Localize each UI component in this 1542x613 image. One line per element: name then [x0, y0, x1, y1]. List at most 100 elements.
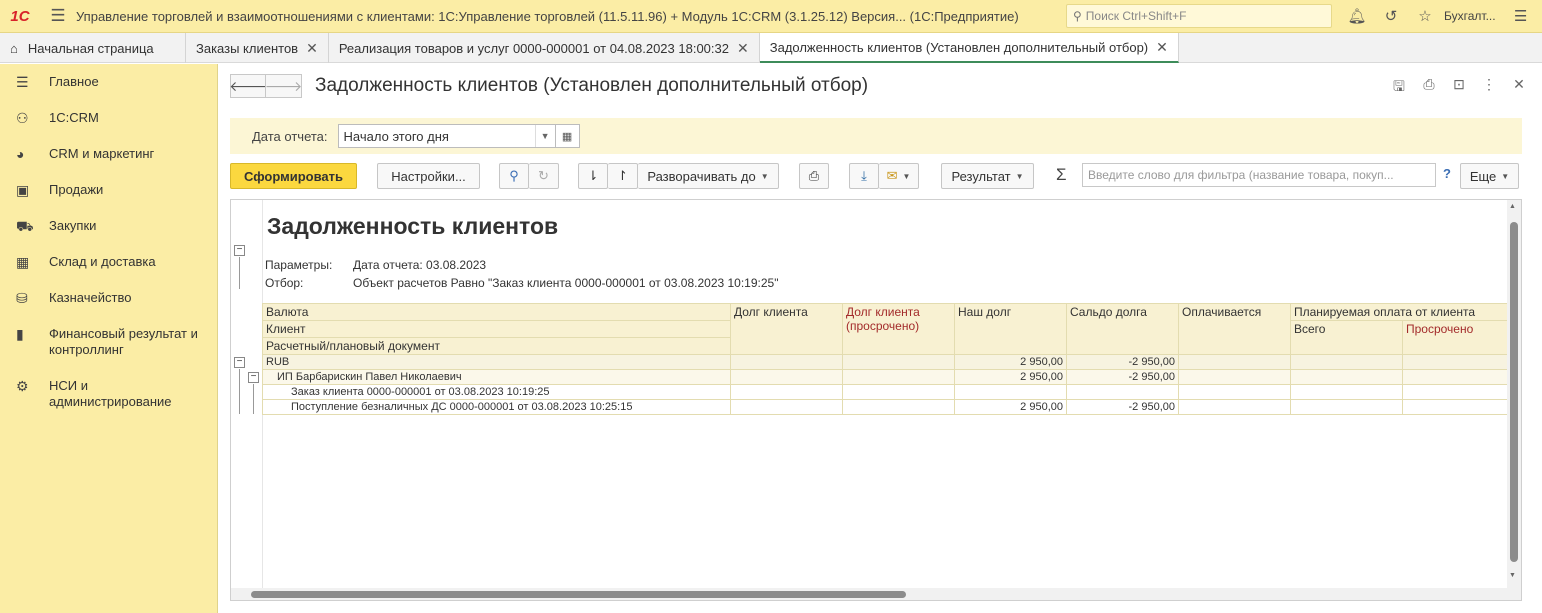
expand-to-dropdown[interactable]: Разворачивать до ▼ [638, 163, 779, 189]
sidebar-item-crm[interactable]: ⚇ 1С:CRM [0, 102, 217, 134]
report-parameters: Дата отчета: Начало этого дня ▼ ▦ [230, 118, 1522, 154]
search-button[interactable]: ⚲ [499, 163, 529, 189]
cell-planned-overdue [1402, 384, 1508, 400]
tab-home[interactable]: ⌂ Начальная страница [0, 33, 186, 63]
coins-icon: ⛁ [16, 290, 28, 306]
sidebar-item-label: Казначейство [49, 290, 132, 305]
chevron-down-icon: ▼ [760, 171, 769, 181]
collapse-header-icon[interactable]: − [234, 245, 245, 256]
grid-icon: ▦ [16, 254, 30, 270]
table-row[interactable]: RUB 2 950,00 -2 950,00 [262, 354, 1508, 370]
col-client-debt-overdue: Долг клиента (просрочено) [842, 303, 955, 355]
tab-sales-document[interactable]: Реализация товаров и услуг 0000-000001 о… [329, 33, 760, 63]
print-icon[interactable]: ⎙ [1418, 76, 1440, 100]
table-row[interactable]: Поступление безналичных ДС 0000-000001 о… [262, 399, 1508, 415]
print-button[interactable]: ⎙ [799, 163, 829, 189]
cell-planned-overdue [1402, 399, 1508, 415]
close-icon[interactable]: ✕ [1508, 76, 1530, 100]
main-menu-icon[interactable]: ☰ [40, 6, 76, 26]
cancel-search-button[interactable]: ↻ [529, 163, 559, 189]
help-button[interactable]: ? [1443, 166, 1451, 181]
cell-overdue [842, 384, 955, 400]
cell-planned-overdue [1402, 354, 1508, 370]
tab-label: Заказы клиентов [196, 40, 299, 56]
cell-our-debt [954, 384, 1067, 400]
sort-ascending-icon: ⇂ [587, 168, 599, 183]
scroll-up-icon[interactable]: ▲ [1509, 203, 1516, 210]
col-our-debt: Наш долг [954, 303, 1067, 355]
sidebar-item-label: CRM и маркетинг [49, 146, 155, 161]
app-logo[interactable]: 1С [0, 8, 40, 25]
cell-planned-overdue [1402, 369, 1508, 385]
row-label: Поступление безналичных ДС 0000-000001 о… [262, 399, 731, 415]
user-name[interactable]: Бухгалт... [1444, 9, 1496, 23]
more-button[interactable]: Еще ▼ [1460, 163, 1519, 189]
horizontal-scrollbar[interactable] [231, 588, 1508, 600]
cell-paying [1178, 354, 1291, 370]
bell-icon[interactable]: 🔔︎ [1340, 7, 1374, 25]
sidebar-item-label: 1С:CRM [49, 110, 99, 125]
global-search-input[interactable]: ⚲ Поиск Ctrl+Shift+F [1066, 4, 1332, 28]
tab-customer-orders[interactable]: Заказы клиентов ✕ [186, 33, 329, 63]
scroll-thumb[interactable] [251, 591, 906, 598]
window-controls: 🖫 ⎙ ⊡ ⋮ ✕ [1388, 76, 1530, 100]
collapse-group-icon[interactable]: − [234, 357, 245, 368]
send-email-button[interactable]: ✉ ▼ [879, 163, 919, 189]
sidebar-item-finance[interactable]: ▮ Финансовый результат и контроллинг [0, 318, 217, 366]
filter-input[interactable]: Введите слово для фильтра (название това… [1082, 163, 1436, 187]
sidebar-item-main[interactable]: ☰ Главное [0, 66, 217, 98]
calendar-icon[interactable]: ▦ [555, 124, 580, 148]
report-title: Задолженность клиентов [267, 213, 559, 239]
result-dropdown[interactable]: Результат ▼ [941, 163, 1034, 189]
settings-button[interactable]: Настройки... [377, 163, 480, 189]
forward-button[interactable]: 🡒 [265, 74, 302, 98]
history-icon[interactable]: ↺ [1374, 7, 1408, 25]
close-icon[interactable]: ✕ [306, 40, 318, 57]
search-icon: ⚲ [1073, 9, 1082, 23]
collapse-client-icon[interactable]: − [248, 372, 259, 383]
sort-ascending-button[interactable]: ⇂ [578, 163, 608, 189]
close-icon[interactable]: ✕ [1156, 39, 1168, 56]
more-vertical-icon[interactable]: ⋮ [1478, 76, 1500, 100]
save-icon[interactable]: 🖫 [1388, 76, 1410, 100]
save-file-button[interactable]: ⤓ [849, 163, 879, 189]
sort-descending-button[interactable]: ↾ [608, 163, 638, 189]
star-icon[interactable]: ☆ [1408, 7, 1442, 25]
sidebar-item-crm-marketing[interactable]: ◕ CRM и маркетинг [0, 138, 217, 170]
table-row[interactable]: ИП Барбарискин Павел Николаевич 2 950,00… [262, 369, 1508, 385]
close-icon[interactable]: ✕ [737, 40, 749, 57]
navigation-buttons: 🡐 🡒 [229, 74, 302, 98]
sections-panel: ☰ Главное ⚇ 1С:CRM ◕ CRM и маркетинг ▣ Прода… [0, 64, 218, 613]
crm-icon: ⚇ [16, 110, 29, 126]
sidebar-item-purchases[interactable]: ⛟ Закупки [0, 210, 217, 242]
chevron-down-icon[interactable]: ▼ [534, 125, 555, 147]
cell-overdue [842, 399, 955, 415]
generate-button[interactable]: Сформировать [230, 163, 357, 189]
settings-menu-icon[interactable]: ☰ [1504, 7, 1538, 25]
params-label: Параметры: [265, 258, 333, 272]
cell-planned-total [1290, 369, 1403, 385]
scroll-down-icon[interactable]: ▼ [1509, 572, 1516, 579]
scroll-thumb[interactable] [1510, 222, 1518, 562]
expand-to-label: Разворачивать до [647, 168, 756, 184]
menu-icon: ☰ [16, 74, 29, 90]
report-document: − − − Задолженность клиентов Параметры: Д… [230, 199, 1522, 601]
sidebar-item-label: Финансовый результат и контроллинг [49, 326, 198, 357]
back-button[interactable]: 🡐 [229, 74, 267, 98]
sidebar-item-sales[interactable]: ▣ Продажи [0, 174, 217, 206]
date-label: Дата отчета: [252, 128, 328, 144]
sidebar-item-warehouse[interactable]: ▦ Склад и доставка [0, 246, 217, 278]
report-filter-line: Отбор: Объект расчетов Равно "Заказ клиен… [265, 276, 778, 290]
sum-icon[interactable]: Σ [1056, 165, 1067, 185]
report-toolbar: Сформировать Настройки... ⚲ ↻ ⇂ ↾ Развор… [230, 163, 1522, 189]
cell-client-debt [730, 354, 843, 370]
table-row[interactable]: Заказ клиента 0000-000001 от 03.08.2023 … [262, 384, 1508, 400]
tab-customer-debt[interactable]: Задолженность клиентов (Установлен допол… [759, 33, 1179, 63]
preview-icon[interactable]: ⊡ [1448, 76, 1470, 100]
sidebar-item-admin[interactable]: ⚙ НСИ и администрирование [0, 370, 217, 418]
pie-icon: ◕ [16, 146, 25, 162]
report-date-field[interactable]: Начало этого дня ▼ [337, 124, 556, 148]
vertical-scrollbar[interactable]: ▲ ▼ [1507, 200, 1521, 600]
download-icon: ⤓ [861, 168, 867, 183]
sidebar-item-treasury[interactable]: ⛁ Казначейство [0, 282, 217, 314]
